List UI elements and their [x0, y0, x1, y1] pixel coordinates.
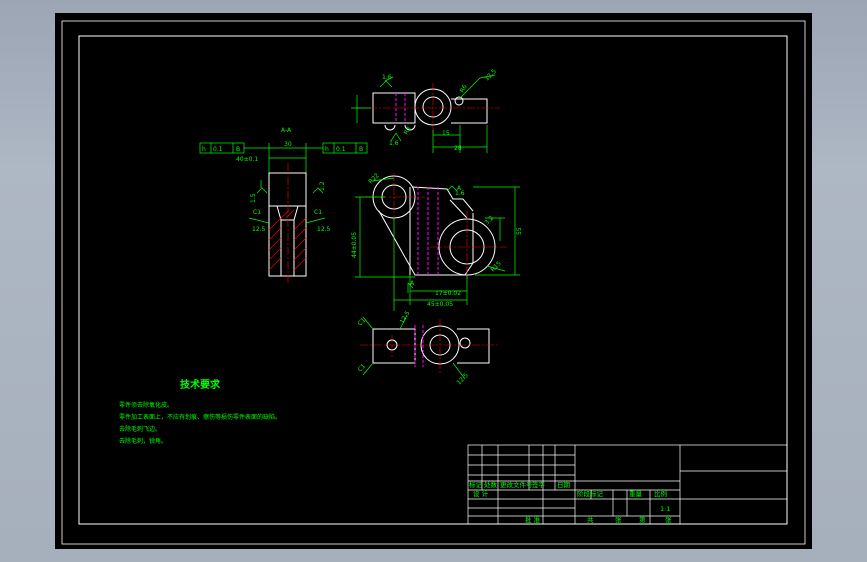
tb-stage: 阶段标记 — [577, 489, 604, 498]
tb-sheet-unit: 张 — [665, 515, 672, 524]
top-view — [355, 83, 500, 133]
gdt-right-value: 0.1 — [336, 146, 346, 153]
dim-ra-right: 1.2 — [319, 181, 326, 191]
gdt-left-value: 0.1 — [213, 146, 223, 153]
tb-approve: 批 准 — [525, 515, 541, 524]
front-view — [365, 173, 507, 283]
cad-drawing: 1.6 12.5 R6 15 R3 28 1.6 A-A h 0.1 B h 0… — [61, 20, 806, 545]
gdt-right-datum: B — [359, 146, 363, 153]
tech-req-item-3: 去除毛刺飞边。 — [119, 425, 161, 433]
dim-ra-bottom-left: 12.5 — [399, 310, 412, 325]
dim-c1-left: C1 — [253, 209, 261, 216]
gdt-right-sym: h — [325, 146, 329, 153]
outer-frame — [61, 20, 806, 545]
dim-45: 45±0.05 — [427, 301, 453, 308]
dim-c1-bottom-left: C1 — [356, 317, 367, 328]
dim-ra-front: 3.2 — [483, 215, 495, 227]
dim-17: 17±0.02 — [435, 290, 461, 297]
tb-label-mark: 标记 — [469, 480, 483, 489]
section-mark-bottom: A — [410, 280, 415, 287]
dim-30: 30 — [284, 141, 292, 148]
tb-label-change: 更改文件号 — [500, 480, 533, 489]
dim-r6: R6 — [459, 83, 469, 94]
gdt-left-sym: h — [202, 146, 206, 153]
tb-weight: 重量 — [629, 490, 643, 498]
drawing-sheet: 1.6 12.5 R6 15 R3 28 1.6 A-A h 0.1 B h 0… — [55, 13, 812, 549]
dim-r3: R3 — [403, 125, 413, 136]
tb-design: 设 计 — [473, 489, 489, 498]
inner-frame — [78, 35, 788, 525]
tb-scale-label: 比例 — [654, 489, 667, 498]
tb-total-unit: 张 — [615, 515, 622, 524]
dim-44: 44±0.05 — [351, 232, 358, 258]
tb-label-count: 处数 — [484, 480, 498, 489]
dim-ra-c1-left: 12.5 — [252, 226, 266, 233]
dim-ra-c1-right: 12.5 — [317, 226, 331, 233]
dim-ra-left: 1.5 — [250, 193, 257, 203]
dim-ra-top-right: 12.5 — [483, 68, 498, 83]
section-label: A-A — [281, 127, 292, 134]
dim-ra-bottom-right: 12.5 — [455, 372, 470, 387]
gdt-left-datum: B — [236, 146, 240, 153]
dim-ra-bottom: 1.6 — [389, 140, 399, 147]
section-view — [268, 163, 307, 283]
tb-scale-value: 1:1 — [660, 505, 670, 513]
section-hatch — [268, 209, 307, 271]
dim-ra-top: 1.6 — [382, 74, 392, 81]
dim-c1-right: C1 — [314, 209, 322, 216]
dim-40: 40±0.1 — [236, 156, 258, 163]
section-dims — [248, 180, 326, 224]
tb-sheet-label: 第 — [639, 515, 646, 524]
tech-req-title: 技术要求 — [180, 378, 221, 391]
tb-label-sign: 签字 — [532, 480, 546, 489]
dim-r22: R22 — [367, 172, 380, 185]
dim-15: 15 — [442, 130, 450, 137]
tech-req-item-4: 去除毛刺，锐角。 — [119, 437, 167, 445]
dim-28: 28 — [454, 145, 462, 152]
dim-55: 55 — [516, 227, 523, 235]
tech-req-item-1: 零件须去除氧化皮。 — [119, 401, 173, 409]
dim-r15: R15 — [489, 260, 502, 273]
tb-label-date: 日期 — [557, 481, 571, 489]
tb-total-label: 共 — [587, 515, 594, 524]
tech-req-item-2: 零件加工表面上，不应有划痕、擦伤等损伤零件表面的缺陷。 — [119, 413, 281, 421]
bottom-view — [360, 319, 500, 373]
